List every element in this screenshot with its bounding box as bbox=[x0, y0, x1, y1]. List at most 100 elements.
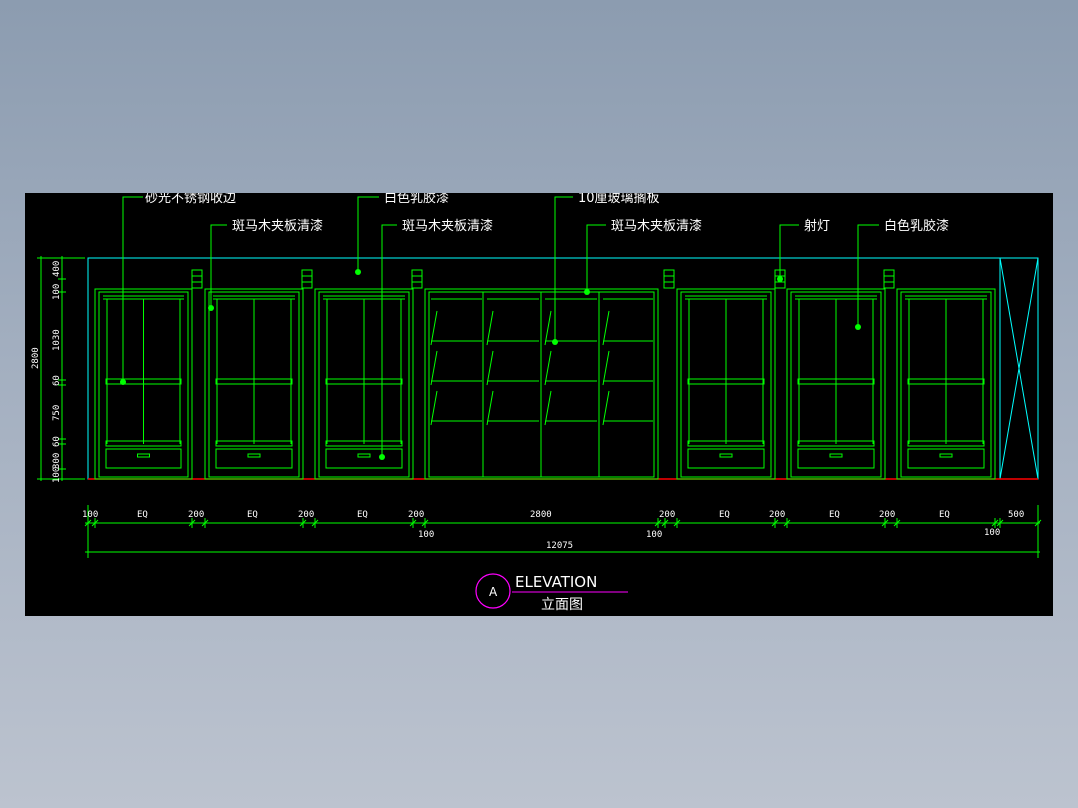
annotation-zebrawood-2: 斑马木夹板清漆 bbox=[402, 218, 493, 234]
dim-100-right-gap: 100 bbox=[646, 530, 662, 540]
spotlight-2 bbox=[301, 269, 313, 289]
glass-shelf-support bbox=[602, 350, 610, 386]
spotlight-1 bbox=[191, 269, 203, 289]
dim-label-12: EQ bbox=[829, 510, 840, 520]
dim-label-14: EQ bbox=[939, 510, 950, 520]
cabinet-6 bbox=[896, 288, 996, 480]
glass-shelf-support bbox=[602, 390, 610, 426]
spotlight-4 bbox=[663, 269, 675, 289]
cabinet-drawer bbox=[215, 448, 293, 469]
dim-400: 400 bbox=[52, 261, 62, 277]
horizontal-dimension-row2: 100 100 100 12075 bbox=[418, 528, 1000, 551]
leader-dot-2 bbox=[208, 305, 214, 311]
glass-shelf-support bbox=[486, 350, 494, 386]
spotlight-body bbox=[191, 269, 203, 289]
spotlight-group bbox=[191, 269, 895, 289]
annotation-sanded-steel: 砂光不锈钢收边 bbox=[145, 193, 236, 206]
glass-shelf-support bbox=[430, 310, 438, 346]
drawer-handle bbox=[939, 453, 953, 458]
glass-shelf-unit bbox=[424, 288, 659, 480]
annotation-white-latex-1: 白色乳胶漆 bbox=[384, 193, 449, 206]
dim-100-top: 100 bbox=[52, 284, 62, 300]
leader-line-5 bbox=[554, 196, 573, 342]
leader-dot-3 bbox=[355, 269, 361, 275]
dim-2800: 2800 bbox=[31, 347, 41, 369]
cabinet-2 bbox=[204, 288, 304, 480]
elevation-drawing: 砂光不锈钢收边 斑马木夹板清漆 白色乳胶漆 斑马木夹板清漆 10厘玻璃搁板 斑马… bbox=[31, 193, 1042, 613]
cad-viewport[interactable]: 砂光不锈钢收边 斑马木夹板清漆 白色乳胶漆 斑马木夹板清漆 10厘玻璃搁板 斑马… bbox=[25, 193, 1053, 616]
horizontal-dimension-labels: 100 EQ 200 EQ 200 EQ 200 2800 200 EQ 200 EQ 200 EQ 500 bbox=[82, 510, 1024, 520]
annotation-zebrawood-3: 斑马木夹板清漆 bbox=[611, 218, 702, 234]
dim-label-1: 100 bbox=[82, 510, 98, 520]
spotlight-3 bbox=[411, 269, 423, 289]
leader-line-8 bbox=[857, 224, 879, 327]
dim-100-left-gap: 100 bbox=[418, 530, 434, 540]
cabinet-drawer bbox=[687, 448, 765, 469]
title-block: A ELEVATION 立面图 bbox=[475, 573, 628, 613]
glass-shelf-support bbox=[602, 310, 610, 346]
drawer-handle bbox=[719, 453, 733, 458]
spotlight-body bbox=[883, 269, 895, 289]
glass-shelf-support bbox=[544, 310, 552, 346]
leader-line-7 bbox=[779, 224, 799, 279]
glass-shelf-support bbox=[430, 390, 438, 426]
spotlight-body bbox=[301, 269, 313, 289]
dim-300: 300 bbox=[52, 453, 62, 469]
cabinet-5 bbox=[786, 288, 886, 480]
cabinet-group bbox=[94, 288, 996, 480]
dim-100-end: 100 bbox=[984, 528, 1000, 538]
dim-total-width: 12075 bbox=[546, 541, 573, 551]
dim-label-2: EQ bbox=[137, 510, 148, 520]
annotation-labels: 砂光不锈钢收边 斑马木夹板清漆 白色乳胶漆 斑马木夹板清漆 10厘玻璃搁板 斑马… bbox=[145, 193, 949, 234]
cabinet-3 bbox=[314, 288, 414, 480]
cabinet-1 bbox=[94, 288, 193, 480]
dim-label-11: 200 bbox=[769, 510, 785, 520]
dim-750: 750 bbox=[52, 405, 62, 421]
dim-1030: 1030 bbox=[52, 329, 62, 351]
leader-dot-8 bbox=[855, 324, 861, 330]
dim-label-4: EQ bbox=[247, 510, 258, 520]
drawer-handle bbox=[137, 453, 150, 458]
vertical-dimension-labels: 2800 400 100 1030 60 750 60 300 100 bbox=[31, 261, 62, 483]
spotlight-body bbox=[663, 269, 675, 289]
glass-shelf-support bbox=[430, 350, 438, 386]
spotlight-6 bbox=[883, 269, 895, 289]
leader-line-4 bbox=[381, 224, 397, 457]
leader-dot-5 bbox=[552, 339, 558, 345]
title-english: ELEVATION bbox=[515, 573, 597, 591]
glass-shelf-support bbox=[544, 390, 552, 426]
leader-line-3 bbox=[357, 196, 379, 272]
drawer-handle bbox=[829, 453, 843, 458]
annotation-white-latex-2: 白色乳胶漆 bbox=[884, 218, 949, 234]
title-marker: A bbox=[489, 585, 498, 599]
leader-dot-7 bbox=[777, 276, 783, 282]
dim-label-10: EQ bbox=[719, 510, 730, 520]
spotlight-body bbox=[411, 269, 423, 289]
leader-dot-1 bbox=[120, 379, 126, 385]
glass-shelf-support bbox=[486, 310, 494, 346]
dim-label-9: 200 bbox=[659, 510, 675, 520]
dim-60-upper: 60 bbox=[52, 375, 62, 386]
dim-label-6: EQ bbox=[357, 510, 368, 520]
dim-label-7: 200 bbox=[408, 510, 424, 520]
dim-label-15: 500 bbox=[1008, 510, 1024, 520]
dim-label-8: 2800 bbox=[530, 510, 552, 520]
dim-100-bottom: 100 bbox=[52, 467, 62, 483]
drawer-handle bbox=[247, 453, 261, 458]
cabinet-4 bbox=[676, 288, 776, 480]
drawer-handle bbox=[357, 453, 371, 458]
cabinet-drawer bbox=[907, 448, 985, 469]
dim-label-13: 200 bbox=[879, 510, 895, 520]
cabinet-drawer bbox=[105, 448, 182, 469]
cabinet-drawer bbox=[797, 448, 875, 469]
glass-shelf-support bbox=[486, 390, 494, 426]
glass-shelf-support bbox=[544, 350, 552, 386]
annotation-zebrawood-1: 斑马木夹板清漆 bbox=[232, 218, 323, 234]
dim-label-3: 200 bbox=[188, 510, 204, 520]
leader-dot-4 bbox=[379, 454, 385, 460]
annotation-glass-shelf: 10厘玻璃搁板 bbox=[578, 193, 660, 206]
cabinet-drawer bbox=[325, 448, 403, 469]
title-chinese: 立面图 bbox=[541, 597, 583, 613]
leader-dot-6 bbox=[584, 289, 590, 295]
dim-label-5: 200 bbox=[298, 510, 314, 520]
